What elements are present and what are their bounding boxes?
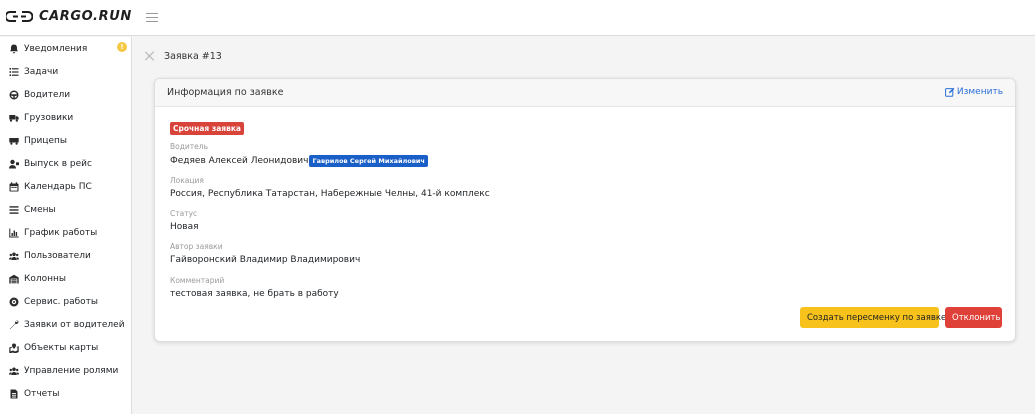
sidebar-item-label: Отчеты [24,389,60,399]
steering-wheel-icon [8,90,19,101]
sidebar-item-label: Задачи [24,67,59,77]
urgent-badge: Срочная заявка [170,122,244,135]
sidebar-item-trucks[interactable]: Грузовики [0,108,131,128]
top-bar: CARGO.RUN [0,0,1035,36]
sidebar-item-service[interactable]: Сервис. работы [0,292,131,312]
page-title: Заявка #13 [164,50,222,62]
cog-icon [8,297,19,308]
trailer-icon [8,136,19,147]
sidebar-item-label: Грузовики [24,113,74,123]
sidebar-item-label: График работы [24,228,98,238]
sidebar-item-label: Прицепы [24,136,67,146]
logo-mark-icon [6,10,33,22]
chart-icon [8,228,19,239]
author-label: Автор заявки [170,242,223,251]
brand-logo[interactable]: CARGO.RUN [6,7,132,25]
sidebar-item-shifts[interactable]: Смены [0,200,131,220]
comment-label: Комментарий [170,276,225,285]
user-check-icon [8,159,19,170]
sidebar-item-label: Колонны [24,274,67,284]
sidebar-item-drivers[interactable]: Водители [0,85,131,105]
sidebar-item-notifications[interactable]: Уведомления ! [0,39,131,59]
users-icon [8,251,19,262]
sidebar-item-columns[interactable]: Колонны [0,269,131,289]
reject-button[interactable]: Отклонить [945,307,1002,328]
sidebar-item-label: Сервис. работы [24,297,98,307]
sidebar-item-label: Заявки от водителей [24,320,125,330]
sidebar: Уведомления ! Задачи Водители Грузовики … [0,37,132,414]
sidebar-item-schedule[interactable]: График работы [0,223,131,243]
create-shift-button[interactable]: Создать пересменку по заявке [800,307,946,328]
request-info-card: Информация по заявке Изменить Срочная за… [154,78,1016,342]
sidebar-item-users[interactable]: Пользователи [0,246,131,266]
comment-value: тестовая заявка, не брать в работу [170,289,339,299]
sidebar-item-label: Выпуск в рейс [24,159,92,169]
card-header: Информация по заявке Изменить [155,79,1015,107]
map-icon [8,343,19,354]
brand-name: CARGO.RUN [39,8,132,24]
sidebar-item-role-management[interactable]: Управление ролями [0,361,131,381]
sidebar-item-label: Управление ролями [24,366,119,376]
edit-icon [944,87,955,97]
driver-label: Водитель [170,142,208,151]
sidebar-item-dispatch[interactable]: Выпуск в рейс [0,154,131,174]
bars-icon [8,205,19,216]
sidebar-item-reports[interactable]: Отчеты [0,384,131,404]
list-icon [8,67,19,78]
breadcrumb: Заявка #13 [144,50,222,62]
sidebar-item-tasks[interactable]: Задачи [0,62,131,82]
driver-value-row: Федяев Алексей Леонидович Гаврилов Серге… [170,155,428,167]
card-title: Информация по заявке [167,87,284,98]
sidebar-item-label: Календарь ПС [24,182,92,192]
driver-value: Федяев Алексей Леонидович [170,156,309,166]
location-value: Россия, Республика Татарстан, Набережные… [170,189,490,199]
sidebar-item-calendar[interactable]: Календарь ПС [0,177,131,197]
status-label: Статус [170,209,198,218]
location-label: Локация [170,176,204,185]
bell-icon [8,44,19,55]
sidebar-item-label: Уведомления [24,44,88,54]
sidebar-item-label: Объекты карты [24,343,99,353]
users-cog-icon [8,366,19,377]
sidebar-item-label: Смены [24,205,56,215]
menu-toggle-icon[interactable] [146,10,158,24]
notification-badge: ! [117,42,127,52]
sidebar-item-trailers[interactable]: Прицепы [0,131,131,151]
edit-label: Изменить [956,87,1003,97]
status-value: Новая [170,222,199,232]
sidebar-item-label: Водители [24,90,71,100]
author-value: Гайворонский Владимир Владимирович [170,255,361,265]
sidebar-item-map-objects[interactable]: Объекты карты [0,338,131,358]
file-icon [8,389,19,400]
edit-link[interactable]: Изменить [944,87,1003,97]
warehouse-icon [8,274,19,285]
driver-badge: Гаврилов Сергей Михайлович [309,155,428,167]
calendar-icon [8,182,19,193]
sidebar-item-driver-requests[interactable]: Заявки от водителей [0,315,131,335]
close-icon[interactable] [144,50,156,62]
wrench-icon [8,320,19,331]
sidebar-item-label: Пользователи [24,251,91,261]
truck-icon [8,113,19,124]
